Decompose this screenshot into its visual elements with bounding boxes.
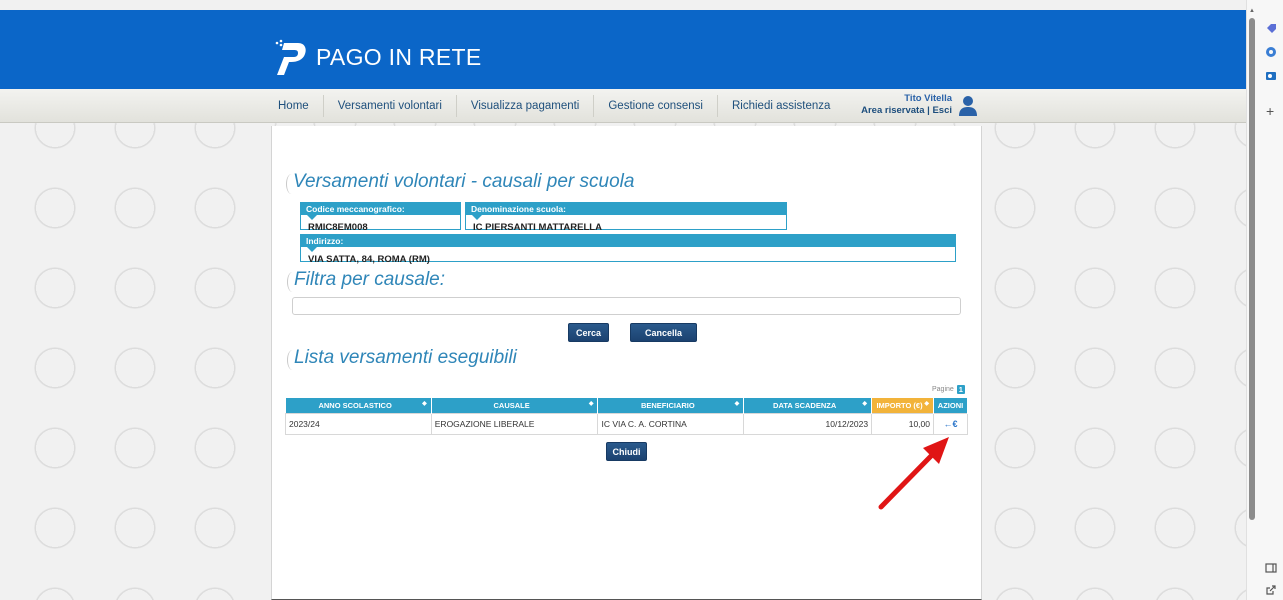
- area-riservata-link[interactable]: Area riservata: [861, 105, 924, 116]
- clear-button[interactable]: Cancella: [630, 323, 697, 342]
- header-bar: PAGO IN RETE: [0, 10, 1246, 89]
- cell-anno: 2023/24: [285, 412, 432, 435]
- list-title: Lista versamenti eseguibili: [287, 347, 517, 370]
- annotation-arrow-icon: [878, 437, 949, 510]
- tag-icon[interactable]: [1265, 22, 1277, 34]
- codice-field: Codice meccanografico: RMIC8EM008: [300, 202, 461, 233]
- open-external-icon[interactable]: [1265, 584, 1277, 596]
- cell-beneficiario: IC VIA C. A. CORTINA: [597, 412, 745, 435]
- add-icon[interactable]: +: [1266, 103, 1274, 119]
- nav-item-gestione-consensi[interactable]: Gestione consensi: [594, 95, 718, 117]
- pagoinrete-logo-icon: [275, 39, 306, 75]
- indirizzo-label: Indirizzo:: [301, 235, 955, 252]
- user-box: Tito Vitella Area riservata | Esci: [820, 93, 980, 117]
- page-number-1[interactable]: 1: [956, 385, 965, 394]
- codice-label: Codice meccanografico:: [301, 203, 460, 220]
- column-header-beneficiario[interactable]: BENEFICIARIO: [597, 398, 745, 413]
- table-header-row: ANNO SCOLASTICO CAUSALE BENEFICIARIO DAT…: [285, 398, 968, 413]
- causale-filter-input[interactable]: [292, 297, 961, 315]
- indirizzo-field: Indirizzo: VIA SATTA, 84, ROMA (RM): [300, 234, 956, 265]
- vertical-scrollbar[interactable]: [1249, 18, 1255, 520]
- user-links: Area riservata | Esci: [820, 105, 980, 117]
- logo-text: PAGO IN RETE: [316, 43, 482, 70]
- pay-action-icon[interactable]: ←€: [933, 412, 968, 435]
- indirizzo-value: VIA SATTA, 84, ROMA (RM): [308, 254, 430, 265]
- codice-value: RMIC8EM008: [308, 222, 368, 233]
- main-nav: Home Versamenti volontari Visualizza pag…: [268, 89, 844, 123]
- close-button[interactable]: Chiudi: [606, 442, 647, 461]
- pay-action-label: €: [952, 418, 958, 429]
- column-header-scadenza[interactable]: DATA SCADENZA: [743, 398, 873, 413]
- sidebar-toggle-icon[interactable]: [1265, 562, 1277, 574]
- denominazione-value: IC PIERSANTI MATTARELLA: [473, 222, 602, 233]
- versamenti-table: ANNO SCOLASTICO CAUSALE BENEFICIARIO DAT…: [285, 398, 968, 435]
- logo[interactable]: PAGO IN RETE: [272, 35, 481, 79]
- outlook-icon[interactable]: [1265, 70, 1277, 82]
- nav-item-home[interactable]: Home: [268, 95, 324, 117]
- cell-importo: 10,00: [871, 412, 934, 435]
- column-header-importo[interactable]: IMPORTO (€): [871, 398, 934, 413]
- user-icon[interactable]: [958, 95, 978, 117]
- nav-item-versamenti-volontari[interactable]: Versamenti volontari: [324, 95, 457, 117]
- pagination: Pagine 1: [932, 385, 965, 394]
- user-name: Tito Vitella: [904, 93, 952, 104]
- main-panel: Versamenti volontari - causali per scuol…: [271, 126, 982, 600]
- cell-causale: EROGAZIONE LIBERALE: [430, 412, 599, 435]
- scroll-up-icon[interactable]: ▲: [1249, 8, 1255, 14]
- search-button[interactable]: Cerca: [568, 323, 609, 342]
- nav-item-visualizza-pagamenti[interactable]: Visualizza pagamenti: [457, 95, 595, 117]
- cell-scadenza: 10/12/2023: [743, 412, 873, 435]
- column-header-anno[interactable]: ANNO SCOLASTICO: [285, 398, 432, 413]
- denominazione-label: Denominazione scuola:: [466, 203, 786, 220]
- extension-icon[interactable]: [1265, 46, 1277, 58]
- filter-title: Filtra per causale:: [286, 269, 446, 292]
- denominazione-field: Denominazione scuola: IC PIERSANTI MATTA…: [465, 202, 787, 233]
- page-title: Versamenti volontari - causali per scuol…: [285, 171, 635, 194]
- table-row: 2023/24 EROGAZIONE LIBERALE IC VIA C. A.…: [285, 412, 968, 435]
- logout-link[interactable]: Esci: [932, 105, 952, 116]
- pages-label: Pagine: [932, 386, 954, 393]
- nav-bar: Home Versamenti volontari Visualizza pag…: [0, 89, 1246, 123]
- column-header-causale[interactable]: CAUSALE: [431, 398, 599, 413]
- column-header-azioni: AZIONI: [933, 398, 968, 413]
